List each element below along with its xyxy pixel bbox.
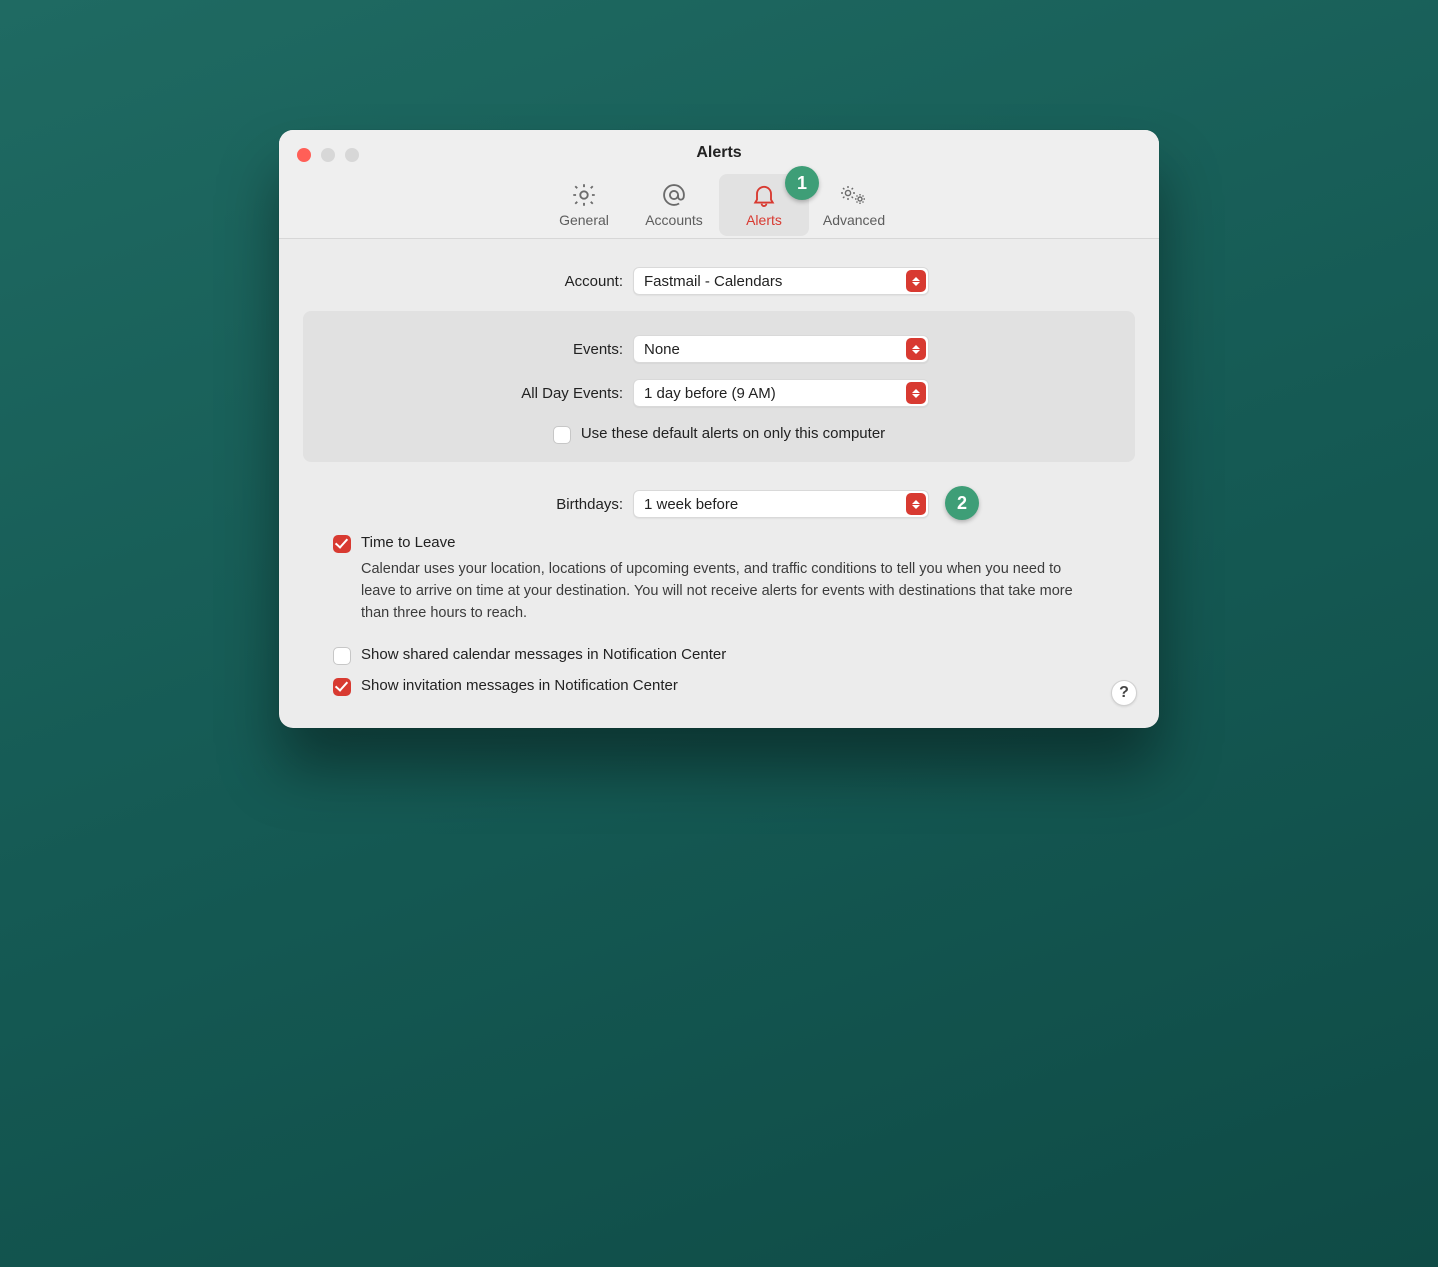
zoom-window-button[interactable] bbox=[345, 148, 359, 162]
preferences-window: Alerts General Accounts bbox=[279, 130, 1159, 728]
events-value: None bbox=[644, 341, 680, 358]
default-alerts-group: Events: None All Day Events: 1 day befor… bbox=[303, 311, 1135, 462]
birthdays-row: Birthdays: 1 week before 2 bbox=[303, 490, 1135, 518]
birthdays-popup[interactable]: 1 week before bbox=[633, 490, 929, 518]
popup-stepper-icon bbox=[906, 493, 926, 515]
use-defaults-this-computer-checkbox[interactable] bbox=[553, 426, 571, 444]
tab-label: Advanced bbox=[823, 212, 885, 228]
titlebar: Alerts General Accounts bbox=[279, 130, 1159, 239]
tab-accounts[interactable]: Accounts bbox=[629, 174, 719, 236]
tab-label: General bbox=[559, 212, 609, 228]
lower-options: Time to Leave Calendar uses your locatio… bbox=[303, 534, 1135, 696]
time-to-leave-checkbox[interactable] bbox=[333, 535, 351, 553]
tab-label: Alerts bbox=[746, 212, 782, 228]
minimize-window-button[interactable] bbox=[321, 148, 335, 162]
use-defaults-this-computer-row: Use these default alerts on only this co… bbox=[327, 425, 1111, 444]
popup-stepper-icon bbox=[906, 382, 926, 404]
invitation-nc-checkbox[interactable] bbox=[333, 678, 351, 696]
window-controls bbox=[297, 148, 359, 162]
help-button[interactable]: ? bbox=[1111, 680, 1137, 706]
events-label: Events: bbox=[327, 341, 633, 358]
gear-icon bbox=[570, 180, 598, 210]
use-defaults-this-computer-label: Use these default alerts on only this co… bbox=[581, 425, 885, 442]
all-day-events-value: 1 day before (9 AM) bbox=[644, 385, 776, 402]
content-area: Account: Fastmail - Calendars Events: No… bbox=[279, 239, 1159, 728]
time-to-leave-label: Time to Leave bbox=[361, 534, 456, 551]
at-sign-icon bbox=[660, 180, 688, 210]
tab-alerts[interactable]: Alerts 1 bbox=[719, 174, 809, 236]
invitation-nc-label: Show invitation messages in Notification… bbox=[361, 677, 678, 694]
all-day-events-label: All Day Events: bbox=[327, 385, 633, 402]
events-row: Events: None bbox=[327, 335, 1111, 363]
callout-badge-1: 1 bbox=[785, 166, 819, 200]
account-row: Account: Fastmail - Calendars bbox=[303, 267, 1135, 295]
window-title: Alerts bbox=[279, 144, 1159, 174]
callout-badge-2: 2 bbox=[945, 486, 979, 520]
popup-stepper-icon bbox=[906, 270, 926, 292]
close-window-button[interactable] bbox=[297, 148, 311, 162]
preferences-toolbar: General Accounts Alert bbox=[279, 174, 1159, 238]
birthdays-label: Birthdays: bbox=[303, 496, 633, 513]
tab-general[interactable]: General bbox=[539, 174, 629, 236]
invitation-nc-row: Show invitation messages in Notification… bbox=[333, 677, 1105, 696]
time-to-leave-row: Time to Leave bbox=[333, 534, 1105, 553]
all-day-events-row: All Day Events: 1 day before (9 AM) bbox=[327, 379, 1111, 407]
tab-label: Accounts bbox=[645, 212, 703, 228]
account-popup[interactable]: Fastmail - Calendars bbox=[633, 267, 929, 295]
time-to-leave-description: Calendar uses your location, locations o… bbox=[333, 559, 1105, 624]
gears-icon bbox=[838, 180, 870, 210]
account-value: Fastmail - Calendars bbox=[644, 273, 782, 290]
all-day-events-popup[interactable]: 1 day before (9 AM) bbox=[633, 379, 929, 407]
shared-calendar-nc-label: Show shared calendar messages in Notific… bbox=[361, 646, 726, 663]
shared-calendar-nc-row: Show shared calendar messages in Notific… bbox=[333, 646, 1105, 665]
events-popup[interactable]: None bbox=[633, 335, 929, 363]
tab-advanced[interactable]: Advanced bbox=[809, 174, 899, 236]
bell-icon bbox=[750, 180, 778, 210]
shared-calendar-nc-checkbox[interactable] bbox=[333, 647, 351, 665]
account-label: Account: bbox=[303, 273, 633, 290]
birthdays-value: 1 week before bbox=[644, 496, 738, 513]
popup-stepper-icon bbox=[906, 338, 926, 360]
